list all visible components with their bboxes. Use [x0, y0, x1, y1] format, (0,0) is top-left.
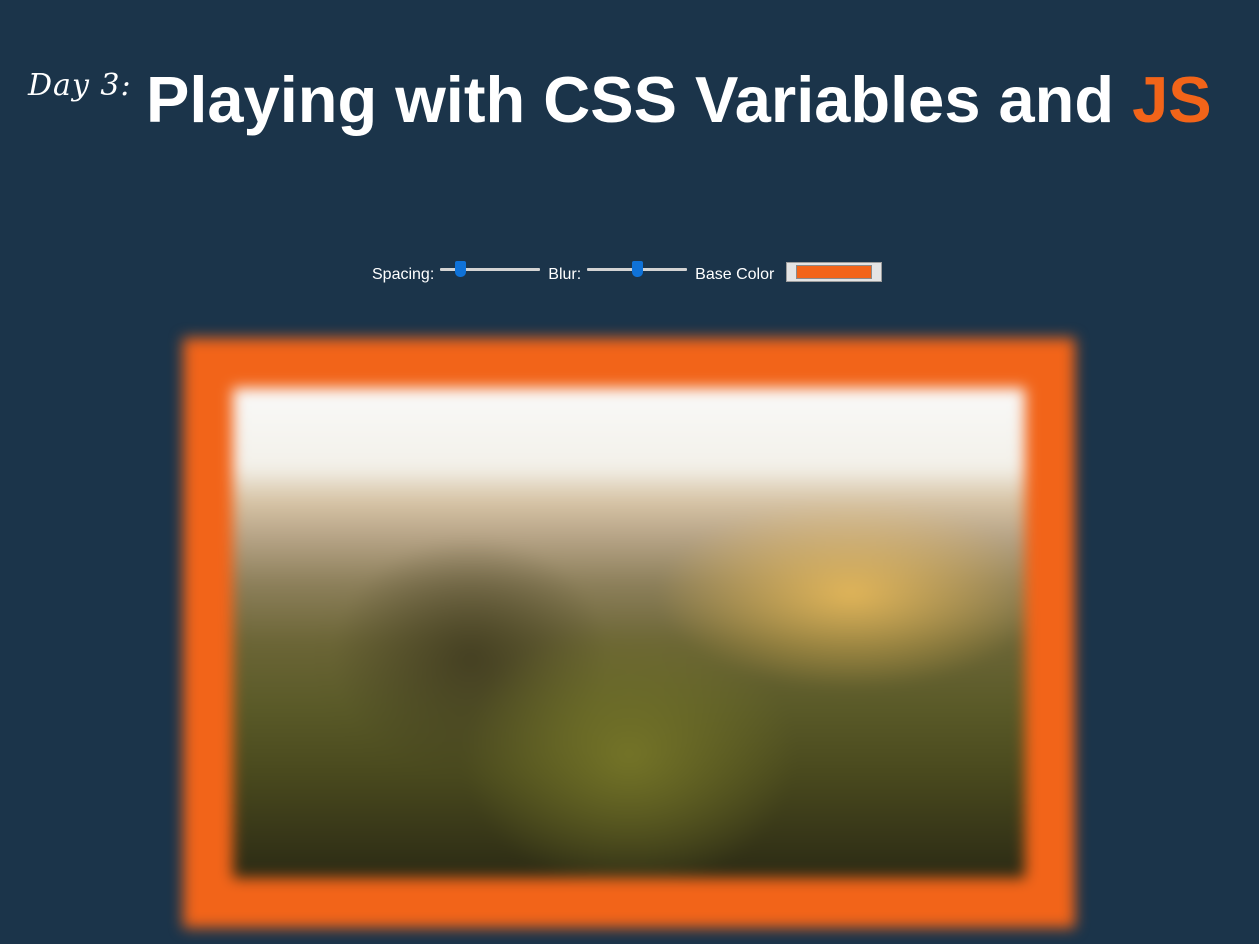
page: Day 3: Playing with CSS Variables and JS… — [0, 0, 1259, 944]
blur-label: Blur: — [548, 266, 582, 283]
spacing-slider-thumb[interactable] — [455, 261, 467, 277]
blur-slider-thumb[interactable] — [632, 261, 644, 277]
base-color-label: Base Color — [695, 266, 775, 283]
blurred-mountain-photo — [233, 388, 1025, 878]
page-title: Playing with CSS Variables and JS — [146, 60, 1212, 140]
image-frame — [183, 338, 1075, 928]
base-color-picker[interactable] — [786, 262, 883, 282]
blur-slider[interactable] — [587, 259, 688, 279]
spacing-slider[interactable] — [440, 259, 541, 279]
day-label: Day 3: — [28, 68, 132, 103]
page-header: Day 3: Playing with CSS Variables and JS — [24, 60, 1244, 140]
title-highlight: JS — [1132, 63, 1212, 136]
controls-bar: Spacing: Blur: Base Color — [372, 258, 883, 292]
title-text: Playing with CSS Variables and — [146, 63, 1133, 136]
base-color-swatch — [796, 265, 873, 279]
spacing-label: Spacing: — [372, 266, 435, 283]
